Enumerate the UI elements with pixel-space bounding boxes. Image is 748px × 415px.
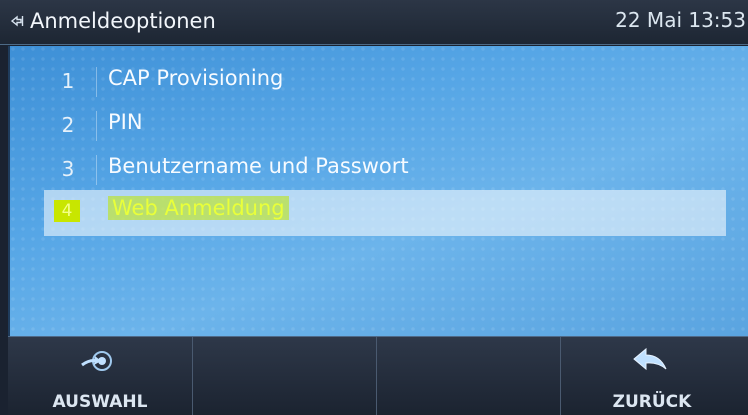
divider <box>96 111 97 141</box>
menu-item-number: 1 <box>61 69 75 93</box>
date-time: 22 Mai 13:53 <box>615 8 746 32</box>
menu-item-pin[interactable]: 2 PIN <box>10 105 748 147</box>
menu-item-number: 2 <box>61 113 75 137</box>
softkey-bar: AUSWAHL ZURÜCK <box>8 336 748 415</box>
menu-item-number: 4 <box>54 200 80 222</box>
menu-item-label: Benutzername und Passwort <box>108 154 409 178</box>
divider <box>96 155 97 185</box>
page-title: Anmeldeoptionen <box>30 9 216 33</box>
menu-item-label: PIN <box>108 110 143 134</box>
select-softkey[interactable]: AUSWAHL <box>8 337 193 415</box>
menu-item-label: Web Anmeldung <box>108 196 289 220</box>
divider <box>96 67 97 97</box>
softkey-empty-3[interactable] <box>376 337 561 415</box>
softkey-label: ZURÜCK <box>612 392 692 412</box>
menu-item-benutzername-passwort[interactable]: 3 Benutzername und Passwort <box>10 149 748 191</box>
back-arrow-icon[interactable] <box>10 14 24 28</box>
back-softkey[interactable]: ZURÜCK <box>560 337 744 415</box>
menu-item-number: 3 <box>61 157 75 181</box>
phone-screen: Anmeldeoptionen 22 Mai 13:53 1 CAP Provi… <box>0 0 748 415</box>
menu-item-web-anmeldung[interactable]: 4 Web Anmeldung <box>44 190 726 236</box>
menu-item-cap-provisioning[interactable]: 1 CAP Provisioning <box>10 61 748 103</box>
back-arrow-icon <box>633 347 667 371</box>
menu-list: 1 CAP Provisioning 2 PIN 3 Benutzername … <box>8 46 748 336</box>
softkey-label: AUSWAHL <box>52 392 148 412</box>
header-bar: Anmeldeoptionen 22 Mai 13:53 <box>0 0 748 45</box>
menu-item-label: CAP Provisioning <box>108 66 284 90</box>
softkey-empty-2[interactable] <box>192 337 377 415</box>
select-arrow-icon <box>81 351 112 371</box>
